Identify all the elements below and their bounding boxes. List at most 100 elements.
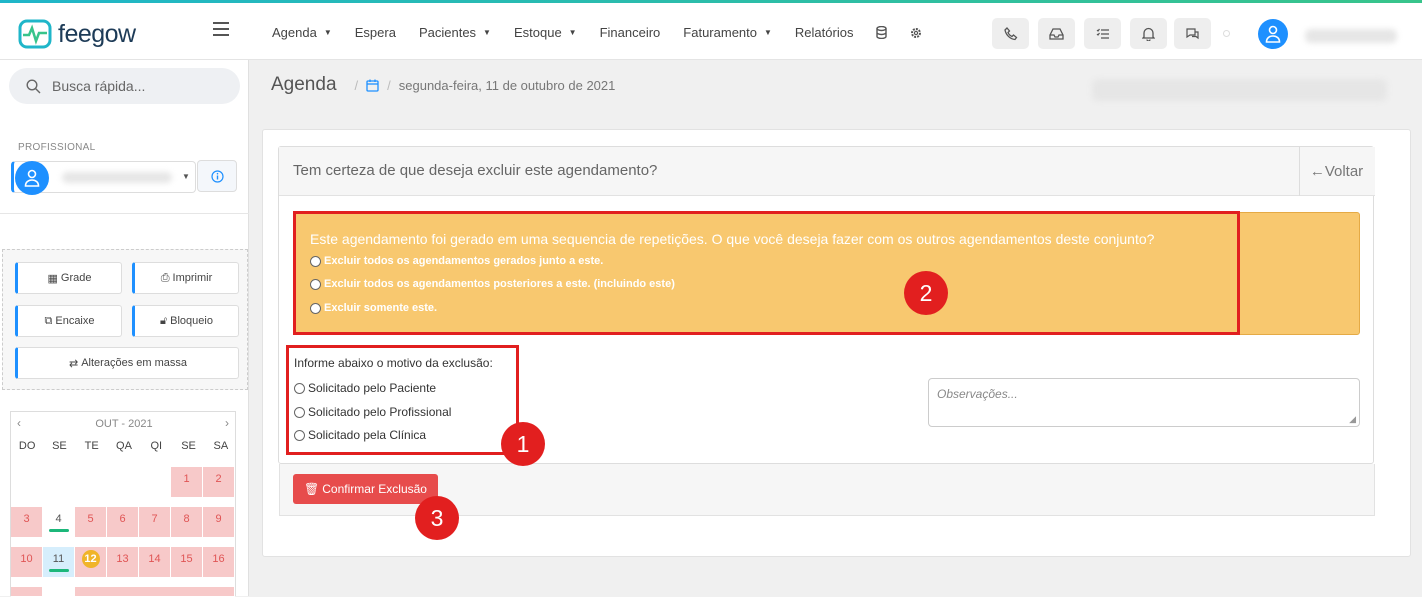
sidebar: Busca rápida... PROFISSIONAL ▼ ▦ Grade ⎙ I… — [0, 60, 249, 597]
chevron-left-icon[interactable]: ‹ — [17, 416, 21, 430]
caret-down-icon: ▼ — [764, 28, 772, 37]
settings-gear-icon[interactable] — [910, 27, 922, 39]
nav-label: Relatórios — [794, 25, 854, 40]
calendar-day[interactable]: 1 — [171, 467, 203, 498]
button-label: Confirmar Exclusão — [322, 482, 427, 496]
day-number: 5 — [87, 513, 94, 525]
info-button[interactable] — [197, 160, 237, 192]
button-label: Encaixe — [55, 315, 95, 327]
annotation-badge-3: 3 — [415, 496, 459, 540]
calendar-day[interactable]: 2 — [203, 467, 235, 498]
redacted-header-info — [1092, 79, 1387, 101]
weekday-label: DO — [18, 440, 36, 452]
resize-handle-icon[interactable]: ◢ — [1349, 414, 1356, 425]
search-icon — [26, 78, 41, 93]
chevron-right-icon[interactable]: › — [225, 416, 229, 430]
day-number: 10 — [20, 553, 33, 565]
chat-icon[interactable] — [1174, 18, 1211, 49]
user-icon — [1265, 25, 1281, 43]
nav-espera[interactable]: Espera — [355, 25, 396, 40]
caret-down-icon: ▼ — [483, 28, 491, 37]
top-bar: feegow Agenda ▼ Espera Pacientes ▼ Estoque… — [0, 3, 1422, 60]
calendar-empty-day — [43, 467, 75, 498]
highlight-box-1 — [286, 345, 519, 455]
nav-faturamento[interactable]: Faturamento ▼ — [683, 25, 772, 40]
calendar-day-today[interactable]: 12 — [75, 547, 107, 578]
nav-agenda[interactable]: Agenda ▼ — [272, 25, 332, 40]
user-name-redacted — [1305, 29, 1397, 43]
page-title[interactable]: Agenda — [271, 74, 337, 96]
day-number: 7 — [151, 513, 158, 525]
user-avatar[interactable] — [1258, 19, 1288, 49]
dialog-title: Tem certeza de que deseja excluir este a… — [279, 147, 1375, 196]
observacoes-textarea[interactable]: Observações... ◢ — [928, 378, 1360, 427]
nav-label: Financeiro — [599, 25, 661, 40]
task-list-icon[interactable] — [1084, 18, 1121, 49]
confirmar-exclusao-button[interactable]: 🗑︎ Confirmar Exclusão — [293, 474, 438, 504]
bloqueio-button[interactable]: 🔓︎ Bloqueio — [132, 305, 239, 337]
voltar-button[interactable]: ← Voltar — [1299, 147, 1373, 196]
arrow-left-icon: ← — [1309, 163, 1325, 180]
calendar-day[interactable]: 4 — [43, 507, 75, 538]
calendar-day[interactable]: 14 — [139, 547, 171, 578]
nav-estoque[interactable]: Estoque ▼ — [514, 25, 577, 40]
status-dot-icon — [1223, 30, 1230, 37]
menu-toggle-icon[interactable] — [213, 22, 229, 36]
caret-down-icon: ▼ — [182, 172, 190, 181]
main-nav: Agenda ▼ Espera Pacientes ▼ Estoque ▼ Finan… — [272, 25, 945, 40]
day-number: 1 — [183, 473, 190, 485]
imprimir-button[interactable]: ⎙ Imprimir — [132, 262, 239, 294]
calendar-day[interactable]: 10 — [11, 547, 43, 578]
appointments-indicator — [49, 529, 69, 532]
print-icon: ⎙ — [160, 271, 170, 284]
info-icon — [210, 169, 224, 183]
breadcrumb-separator: / — [354, 77, 359, 93]
day-number: 14 — [148, 553, 161, 565]
encaixe-button[interactable]: ⧉ Encaixe — [15, 305, 122, 337]
user-icon — [24, 169, 40, 187]
nav-relatorios[interactable]: Relatórios — [795, 25, 854, 40]
calendar-day[interactable]: 16 — [203, 547, 235, 578]
quick-search-input[interactable]: Busca rápida... — [9, 68, 240, 104]
calendar-day[interactable]: 7 — [139, 507, 171, 538]
calendar-month: OUT - 2021 — [95, 418, 153, 430]
nav-financeiro[interactable]: Financeiro — [600, 25, 661, 40]
search-placeholder: Busca rápida... — [52, 78, 146, 94]
calendar-day[interactable]: 9 — [203, 507, 235, 538]
calendar-day[interactable]: 13 — [107, 547, 139, 578]
nav-label: Espera — [354, 25, 396, 40]
calendar-empty-day — [11, 467, 43, 498]
calendar-day-selected[interactable]: 11 — [43, 547, 75, 578]
calendar-day[interactable]: 5 — [75, 507, 107, 538]
database-icon[interactable] — [876, 26, 888, 39]
calendar-day[interactable]: 8 — [171, 507, 203, 538]
mini-calendar: OUT - 2021 ‹ › DO SE TE QA QI SE SA 1 2 … — [10, 411, 236, 597]
calendar-day[interactable]: 6 — [107, 507, 139, 538]
calendar-empty-day — [139, 467, 171, 498]
nav-label: Pacientes — [418, 25, 477, 40]
day-number: 2 — [215, 473, 222, 485]
alteracoes-em-massa-button[interactable]: ⇄ Alterações em massa — [15, 347, 239, 379]
annotation-badge-1: 1 — [501, 422, 545, 466]
day-number: 3 — [23, 513, 30, 525]
trash-icon: 🗑︎ — [304, 482, 320, 496]
calendar-day[interactable]: 15 — [171, 547, 203, 578]
day-number: 6 — [119, 513, 126, 525]
notification-bell-icon[interactable] — [1130, 18, 1167, 49]
inbox-icon[interactable] — [1038, 18, 1075, 49]
swap-arrows-icon: ⇄ — [69, 357, 79, 370]
grade-button[interactable]: ▦ Grade — [15, 262, 122, 294]
lock-icon: 🔓︎ — [160, 314, 168, 327]
phone-icon[interactable] — [992, 18, 1029, 49]
feegow-logo[interactable]: feegow — [18, 19, 136, 49]
calendar-empty-day — [107, 467, 139, 498]
day-number: 13 — [116, 553, 129, 565]
day-number: 16 — [212, 553, 225, 565]
weekday-label: QI — [150, 440, 163, 452]
weekday-label: QA — [116, 440, 132, 452]
weekday-label: SE — [181, 440, 196, 452]
day-number: 9 — [215, 513, 222, 525]
nav-pacientes[interactable]: Pacientes ▼ — [419, 25, 491, 40]
calendar-day[interactable]: 3 — [11, 507, 43, 538]
day-number: 15 — [180, 553, 193, 565]
